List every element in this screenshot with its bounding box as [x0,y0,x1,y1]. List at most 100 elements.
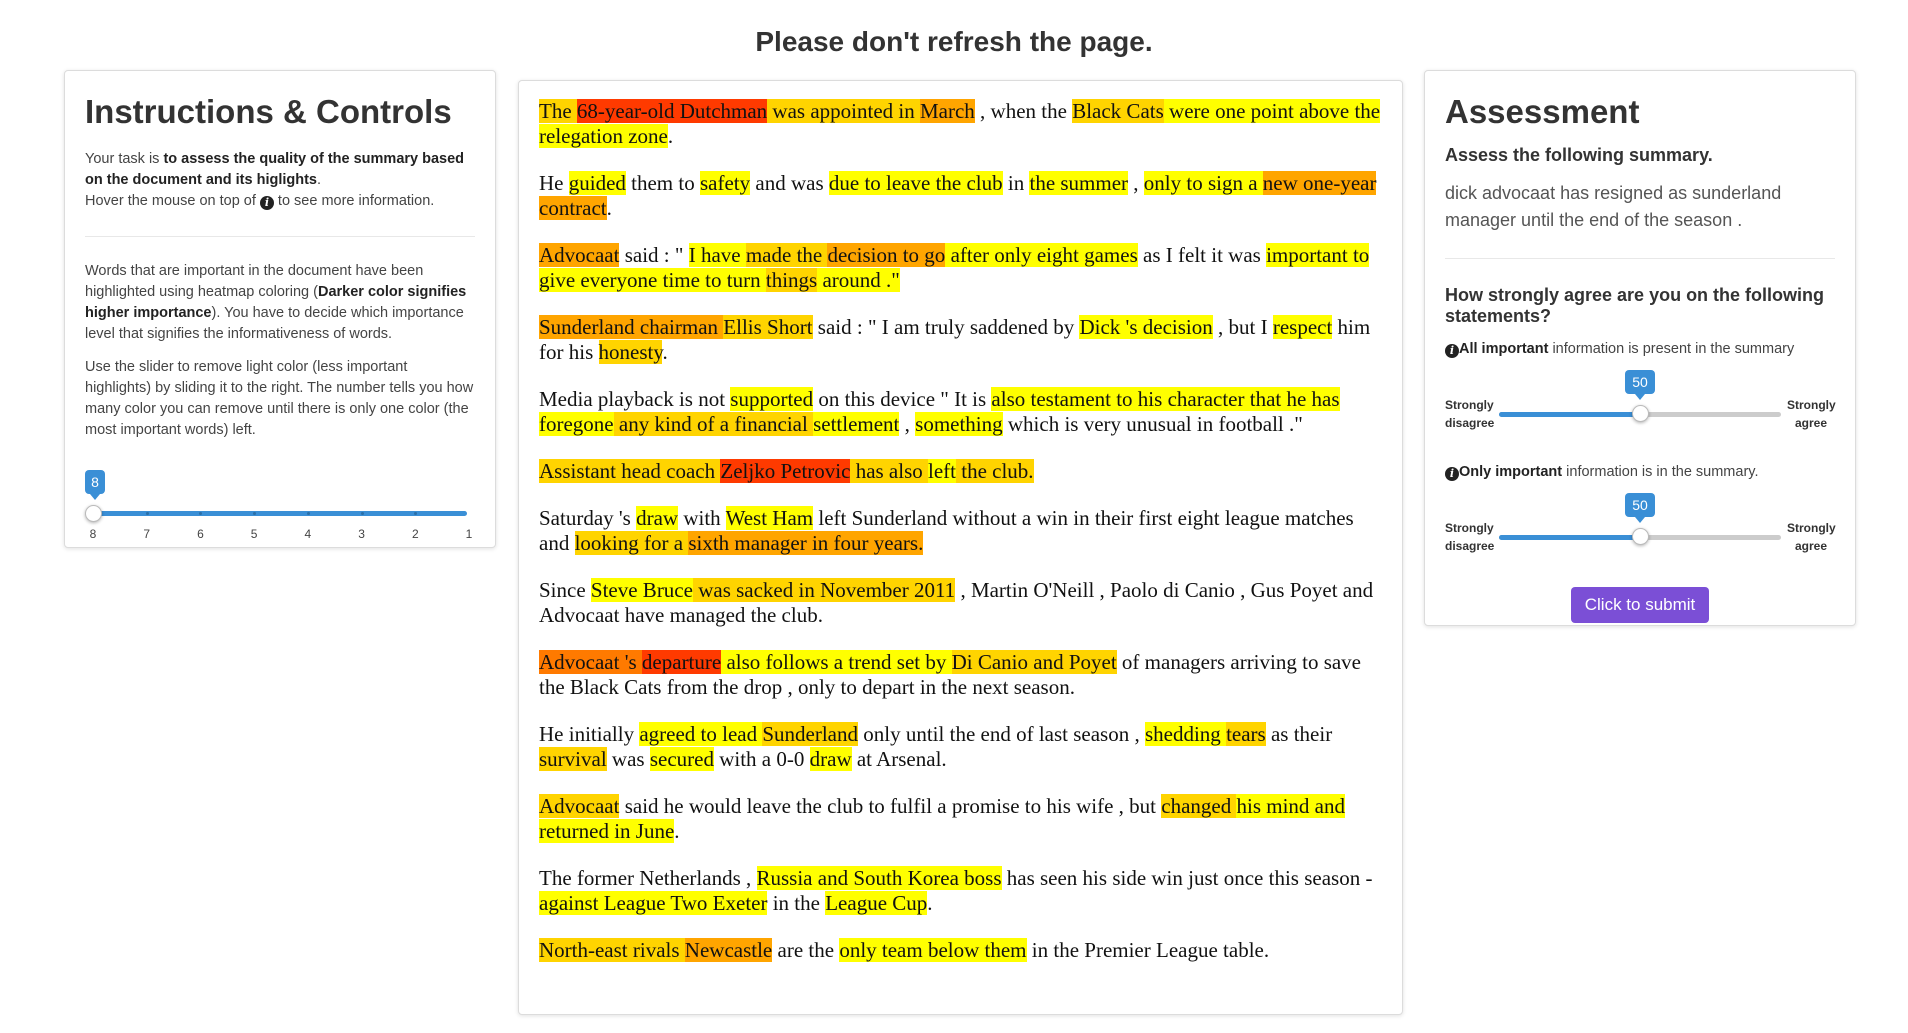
highlighted-phrase: things [765,268,818,292]
heatmap-explanation: Words that are important in the document… [85,261,475,345]
plain-text: . [927,891,933,915]
highlighted-phrase: departure [641,650,722,674]
highlighted-phrase: Advocaat [539,243,620,267]
highlighted-phrase: around ." [817,268,900,292]
assessment-title: Assessment [1445,93,1640,130]
importance-tick-label: 7 [143,527,151,541]
document-paragraph: Media playback is not supported on this … [539,387,1382,437]
highlighted-phrase: Ellis Short [723,315,813,339]
highlighted-phrase: left [928,459,956,483]
highlighted-phrase: secured [649,747,714,771]
info-circle-icon[interactable]: i [1445,344,1459,358]
info-circle-icon[interactable]: i [259,196,274,210]
agreement-slider-1-thumb[interactable] [1632,405,1649,422]
strongly-disagree-label: Strongly disagree [1445,519,1494,555]
highlighted-phrase: something [915,412,1003,436]
highlighted-phrase: was appointed in [767,99,920,123]
highlighted-phrase: respect [1272,315,1333,339]
importance-tick-mark [306,512,310,515]
plain-text: only until the end of last season , [858,722,1145,746]
document-paragraph: Sunderland chairman Ellis Short said : "… [539,315,1382,365]
document-paragraph: Saturday 's draw with West Ham left Sund… [539,506,1382,556]
plain-text: . [674,819,680,843]
importance-slider[interactable]: 8 8 7 6 5 4 3 2 1 [85,467,475,541]
plain-text: has seen his side win just once this sea… [1001,866,1373,890]
label-line: disagree [1445,416,1495,430]
highlighted-phrase: Newcastle [684,938,773,962]
statement-2: i Only important information is in the su… [1445,464,1835,481]
statement-1-bold: All important [1459,341,1549,357]
plain-text: in the Premier League table. [1026,938,1270,962]
statement-1: i All important information is present in… [1445,341,1835,358]
label-line: Strongly [1445,521,1494,535]
plain-text: Since [539,578,591,602]
document-panel: The 68-year-old Dutchman was appointed i… [518,80,1403,1015]
agreement-slider-1[interactable]: Strongly disagree 50 Strongly agree [1445,370,1836,434]
plain-text: in the [767,891,826,915]
submit-button[interactable]: Click to submit [1570,587,1710,623]
highlighted-phrase: Dick 's decision [1079,315,1213,339]
highlighted-phrase: honesty [598,340,663,364]
instructions-title: Instructions & Controls [85,93,452,130]
agreement-slider-1-track[interactable]: 50 [1499,370,1781,422]
highlighted-phrase: decision to go [827,243,946,267]
highlighted-phrase: Advocaat 's [539,650,642,674]
importance-slider-value: 8 [85,470,105,500]
plain-text: which is very unusual in football ." [1002,412,1303,436]
plain-text: in [1002,171,1030,195]
plain-text: He initially [539,722,640,746]
importance-slider-track[interactable] [93,511,467,516]
plain-text: Saturday 's [539,506,637,530]
hover-suffix: to see more information. [273,193,435,209]
highlighted-phrase: Zeljko Petrovic [720,459,851,483]
highlighted-phrase: made the [745,243,828,267]
statement-2-bold: Only important [1459,464,1563,480]
plain-text: said : " I am truly saddened by [812,315,1080,339]
instructions-panel: Instructions & Controls Your task is to … [64,70,496,548]
highlighted-phrase: shedding [1144,722,1227,746]
highlighted-phrase: West Ham [725,506,814,530]
info-circle-icon[interactable]: i [1445,467,1459,481]
document-paragraph: The former Netherlands , Russia and Sout… [539,866,1382,916]
assessment-subtitle: Assess the following summary. [1445,145,1713,165]
importance-tick-label: 8 [89,527,97,541]
assessment-panel: Assessment Assess the following summary.… [1424,70,1856,626]
highlighted-phrase: looking for a [574,531,689,555]
plain-text: them to [625,171,700,195]
document-paragraph: North-east rivals Newcastle are the only… [539,938,1382,963]
divider [85,236,475,237]
plain-text: , when the [974,99,1073,123]
importance-tick-label: 6 [197,527,204,541]
importance-slider-thumb[interactable] [85,505,102,522]
highlighted-phrase: North-east rivals [539,938,685,962]
highlighted-phrase: the club. [956,459,1034,483]
highlighted-phrase: draw [636,506,679,530]
document-paragraph: He guided them to safety and was due to … [539,171,1382,221]
plain-text: at Arsenal. [851,747,947,771]
plain-text: , but I [1212,315,1273,339]
statement-2-rest: information is in the summary. [1562,464,1759,480]
highlighted-phrase: 68-year-old Dutchman [576,99,768,123]
agreement-slider-2-fill [1499,535,1640,540]
plain-text: with [678,506,726,530]
label-line: agree [1794,539,1828,553]
slider-explanation: Use the slider to remove light color (le… [85,359,474,438]
agreement-slider-2-thumb[interactable] [1632,528,1649,545]
highlighted-phrase: any kind of a financial [613,412,814,436]
importance-tick-label: 3 [358,527,365,541]
highlighted-phrase: Advocaat [539,794,620,818]
importance-tick-label: 4 [304,527,312,541]
highlighted-phrase: survival [539,747,607,771]
agreement-slider-2-track[interactable]: 50 [1499,493,1781,545]
plain-text: He [539,171,569,195]
agreement-slider-1-fill [1499,412,1640,417]
strongly-agree-label: Strongly agree [1787,519,1836,555]
plain-text: are the [772,938,840,962]
highlighted-phrase: Sunderland chairman [539,315,724,339]
plain-text: said he would leave the club to fulfil a… [619,794,1162,818]
highlighted-phrase: has also [850,459,929,483]
plain-text: on this device " It is [813,387,992,411]
agreement-slider-2[interactable]: Strongly disagree 50 Strongly agree [1445,493,1836,557]
highlighted-phrase: Russia and South Korea boss [756,866,1002,890]
task-prefix: Your task is [85,151,164,167]
